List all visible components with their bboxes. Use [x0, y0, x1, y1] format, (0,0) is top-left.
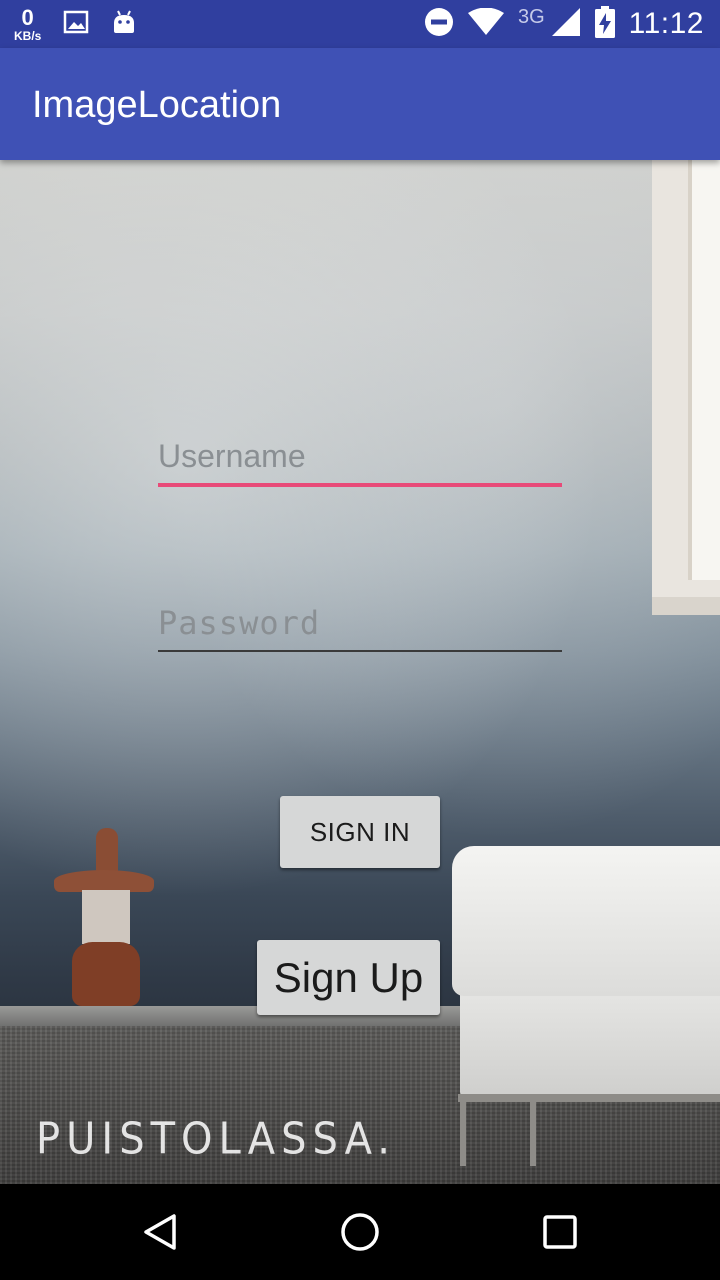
- status-right: 3G 11:12: [424, 0, 704, 48]
- battery-charging-icon: [594, 5, 615, 43]
- wifi-icon: [467, 7, 504, 41]
- do-not-disturb-icon: [424, 7, 454, 42]
- ottoman-leg: [460, 1094, 466, 1166]
- window-sill: [652, 597, 720, 615]
- username-input[interactable]: [158, 438, 562, 487]
- network-speed-unit: KB/s: [14, 28, 42, 43]
- ottoman-leg: [530, 1094, 536, 1166]
- navigation-bar: [0, 1184, 720, 1280]
- cell-signal-icon: [551, 7, 581, 42]
- lamp-shade: [54, 870, 154, 892]
- lamp-base: [72, 942, 140, 1006]
- back-icon[interactable]: [136, 1208, 184, 1256]
- image-notification-icon: [63, 10, 89, 39]
- background-window: [652, 160, 720, 615]
- window-pane: [688, 160, 720, 580]
- home-icon[interactable]: [336, 1208, 384, 1256]
- password-field[interactable]: [158, 604, 562, 652]
- ottoman-frame: [458, 1094, 720, 1102]
- password-input[interactable]: [158, 604, 562, 652]
- lamp-body: [82, 890, 130, 944]
- network-speed-value: 0: [21, 4, 34, 30]
- username-field[interactable]: [158, 438, 562, 487]
- status-bar: 0 KB/s 3G 11:12: [0, 0, 720, 48]
- app-bar: ImageLocation: [0, 48, 720, 160]
- app-title: ImageLocation: [32, 84, 282, 126]
- lamp-top: [96, 828, 118, 872]
- background-watermark: PUISTOLASSA.: [36, 1113, 396, 1165]
- network-type-label: 3G: [517, 5, 545, 28]
- recents-icon[interactable]: [536, 1208, 584, 1256]
- ottoman-top: [452, 846, 720, 996]
- sign-up-button[interactable]: Sign Up: [257, 940, 440, 1015]
- sign-in-button[interactable]: SIGN IN: [280, 796, 440, 868]
- status-left: 0 KB/s: [14, 2, 137, 46]
- network-speed: 0 KB/s: [14, 4, 42, 43]
- status-time: 11:12: [628, 7, 704, 40]
- android-notification-icon: [111, 9, 137, 40]
- login-screen: PUISTOLASSA. SIGN IN Sign Up: [0, 160, 720, 1184]
